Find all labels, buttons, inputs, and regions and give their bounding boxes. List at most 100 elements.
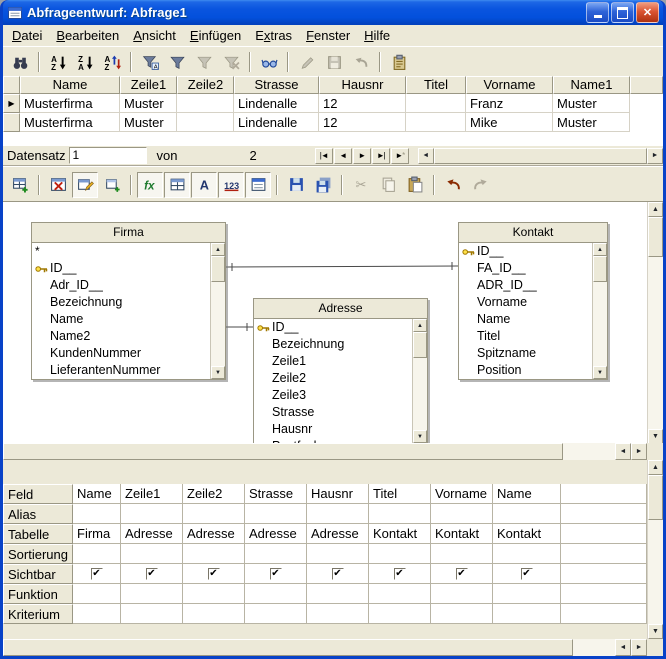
field-item[interactable]: ID__ (254, 319, 412, 336)
scroll-left-icon[interactable]: ◄ (615, 443, 631, 460)
autofilter-icon[interactable]: A (137, 49, 163, 75)
column-header[interactable]: Titel (406, 76, 466, 94)
menu-ansicht[interactable]: Ansicht (126, 26, 183, 45)
scroll-left-icon[interactable]: ◄ (615, 639, 631, 656)
cell[interactable] (177, 113, 234, 132)
column-header[interactable]: Zeile1 (120, 76, 177, 94)
column-header[interactable]: Name1 (553, 76, 630, 94)
field-item[interactable]: Adr_ID__ (32, 277, 210, 294)
table-box-kontakt[interactable]: Kontakt ID__ FA_ID__ ADR_ID__ Vorname Na… (458, 222, 608, 380)
scroll-up-icon[interactable]: ▲ (413, 319, 427, 332)
column-header[interactable]: Strasse (234, 76, 319, 94)
field-item[interactable]: Spitzname (459, 345, 592, 362)
query-design-canvas[interactable]: Firma * ID__ Adr_ID__ Bezeichnung Name N… (3, 201, 663, 443)
row-header[interactable]: Tabelle (3, 524, 73, 544)
alias-toggle-icon[interactable]: A (191, 172, 217, 198)
previous-record-button[interactable]: ◄ (334, 148, 352, 164)
cell[interactable] (73, 604, 121, 624)
field-item[interactable]: Hausnr (254, 421, 412, 438)
cell[interactable] (73, 584, 121, 604)
cell[interactable]: Musterfirma (20, 113, 120, 132)
visible-checkbox[interactable]: ✔ (91, 568, 103, 580)
row-header[interactable]: Sortierung (3, 544, 73, 564)
cell[interactable] (369, 544, 431, 564)
cell[interactable] (493, 584, 561, 604)
cell[interactable] (121, 604, 183, 624)
cell[interactable]: Muster (120, 94, 177, 113)
cell[interactable]: Kontakt (369, 524, 431, 544)
table-name-toggle-icon[interactable] (164, 172, 190, 198)
data-to-fields-icon[interactable] (386, 49, 412, 75)
row-header[interactable]: Alias (3, 504, 73, 524)
row-header[interactable]: Feld (3, 484, 73, 504)
visible-checkbox[interactable]: ✔ (456, 568, 468, 580)
cell[interactable]: Kontakt (493, 524, 561, 544)
scroll-down-icon[interactable]: ▼ (413, 430, 427, 443)
scroll-down-icon[interactable]: ▼ (648, 624, 663, 639)
column-header[interactable]: Zeile2 (177, 76, 234, 94)
functions-toggle-icon[interactable]: fx (137, 172, 163, 198)
field-item[interactable]: Vorname (459, 294, 592, 311)
cell[interactable] (561, 504, 647, 524)
cell[interactable] (307, 584, 369, 604)
scroll-up-icon[interactable]: ▲ (648, 202, 663, 217)
menu-fenster[interactable]: Fenster (299, 26, 357, 45)
minimize-button[interactable] (586, 2, 609, 23)
cell[interactable]: Adresse (121, 524, 183, 544)
field-item[interactable]: ID__ (459, 243, 592, 260)
field-item[interactable]: Strasse (254, 404, 412, 421)
scroll-down-icon[interactable]: ▼ (648, 429, 663, 443)
save-as-icon[interactable] (310, 172, 336, 198)
cut-icon[interactable]: ✂ (348, 172, 374, 198)
cell[interactable]: Titel (369, 484, 431, 504)
cell[interactable] (245, 584, 307, 604)
cell[interactable] (177, 94, 234, 113)
field-item[interactable]: Zeile2 (254, 370, 412, 387)
cell[interactable]: Adresse (183, 524, 245, 544)
next-record-button[interactable]: ► (353, 148, 371, 164)
field-item[interactable]: ID__ (32, 260, 210, 277)
cell[interactable] (73, 504, 121, 524)
find-record-icon[interactable] (7, 49, 33, 75)
cell[interactable]: Musterfirma (20, 94, 120, 113)
visible-checkbox[interactable]: ✔ (394, 568, 406, 580)
row-header[interactable]: Funktion (3, 584, 73, 604)
column-header[interactable]: Vorname (466, 76, 553, 94)
cell[interactable]: Muster (553, 113, 630, 132)
row-selector[interactable]: ▶ (3, 94, 20, 113)
cell[interactable] (561, 564, 647, 584)
cell[interactable] (245, 544, 307, 564)
data-source-as-table-icon[interactable] (256, 49, 282, 75)
redo-icon[interactable] (467, 172, 493, 198)
scroll-right-icon[interactable]: ► (647, 148, 663, 164)
undo-icon[interactable] (440, 172, 466, 198)
cell[interactable] (561, 484, 647, 504)
sort-descending-icon[interactable]: ZA (72, 49, 98, 75)
cell[interactable]: 12 (319, 94, 406, 113)
visible-checkbox[interactable]: ✔ (521, 568, 533, 580)
table-title[interactable]: Adresse (254, 299, 427, 319)
cell[interactable] (431, 504, 493, 524)
save-icon[interactable] (283, 172, 309, 198)
copy-icon[interactable] (375, 172, 401, 198)
scroll-right-icon[interactable]: ► (631, 443, 647, 460)
scroll-up-icon[interactable]: ▲ (211, 243, 225, 256)
cell[interactable] (561, 604, 647, 624)
scroll-up-icon[interactable]: ▲ (648, 460, 663, 475)
cell[interactable]: Kontakt (431, 524, 493, 544)
design-view-toggle-icon[interactable] (72, 172, 98, 198)
distinct-values-toggle-icon[interactable]: 123 (218, 172, 244, 198)
field-item[interactable]: LieferantenNummer (32, 362, 210, 379)
cell[interactable] (369, 504, 431, 524)
field-item[interactable]: Name (459, 311, 592, 328)
cell[interactable] (561, 524, 647, 544)
scroll-right-icon[interactable]: ► (631, 639, 647, 656)
cell[interactable] (561, 584, 647, 604)
row-header[interactable]: Sichtbar (3, 564, 73, 584)
cell[interactable] (183, 584, 245, 604)
remove-filter-icon[interactable] (218, 49, 244, 75)
scroll-down-icon[interactable]: ▼ (211, 366, 225, 379)
cell[interactable] (121, 544, 183, 564)
cell[interactable]: Muster (553, 94, 630, 113)
cell[interactable]: Name (493, 484, 561, 504)
